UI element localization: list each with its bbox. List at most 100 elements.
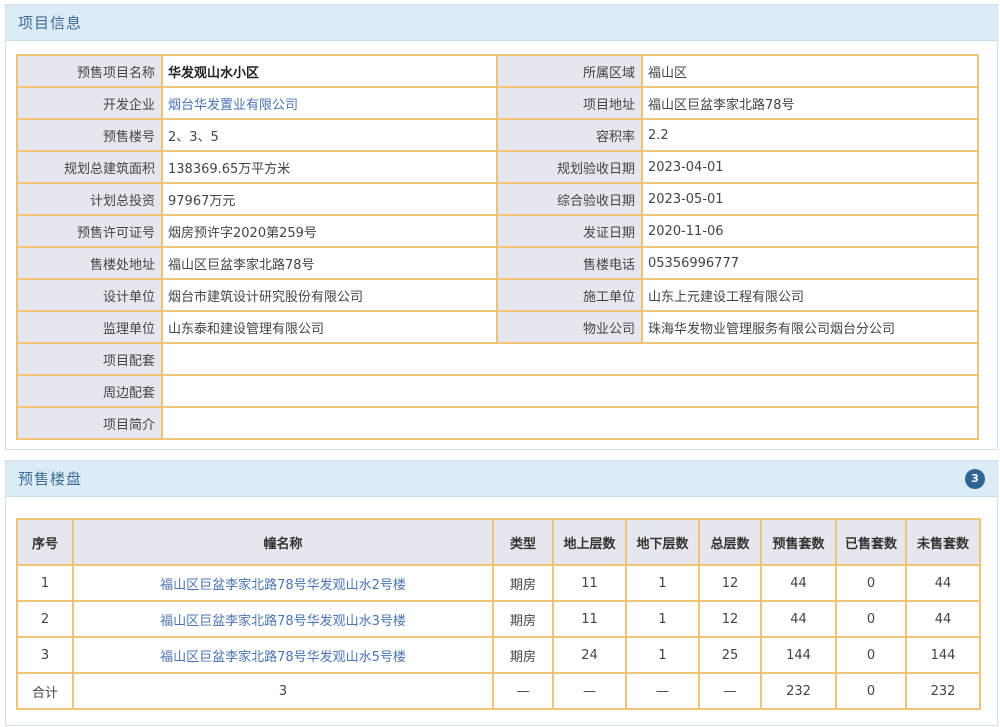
cell-type: 期房	[492, 600, 554, 638]
col-header-unsold-units: 未售套数	[905, 518, 981, 566]
project-info-table: 预售项目名称 华发观山水小区 所属区域 福山区 开发企业 烟台华发置业有限公司 …	[16, 54, 979, 440]
info-value: 05356996777	[641, 246, 979, 280]
total-below-floors: —	[625, 672, 700, 710]
cell-presale-units: 144	[760, 636, 837, 674]
info-row: 预售楼号 2、3、5 容积率 2.2	[16, 118, 979, 152]
cell-sold-units: 0	[835, 636, 907, 674]
cell-total-floors: 12	[698, 600, 762, 638]
building-link[interactable]: 福山区巨盆李家北路78号华发观山水3号楼	[72, 600, 494, 638]
info-row: 售楼处地址 福山区巨盆李家北路78号 售楼电话 05356996777	[16, 246, 979, 280]
info-value: 珠海华发物业管理服务有限公司烟台分公司	[641, 310, 979, 344]
project-info-title: 项目信息	[18, 14, 83, 32]
building-link[interactable]: 福山区巨盆李家北路78号华发观山水5号楼	[72, 636, 494, 674]
info-value: 2、3、5	[161, 118, 498, 152]
cell-below-floors: 1	[625, 600, 700, 638]
info-label: 施工单位	[496, 278, 643, 312]
info-label: 项目简介	[16, 406, 163, 440]
info-value: 2.2	[641, 118, 979, 152]
presale-table: 序号 幢名称 类型 地上层数 地下层数 总层数 预售套数 已售套数 未售套数 1…	[16, 518, 981, 710]
total-row: 合计 3 — — — — 232 0 232	[16, 672, 981, 710]
total-type: —	[492, 672, 554, 710]
presale-header-row: 序号 幢名称 类型 地上层数 地下层数 总层数 预售套数 已售套数 未售套数	[16, 518, 981, 566]
info-value: 2020-11-06	[641, 214, 979, 248]
col-header-sold-units: 已售套数	[835, 518, 907, 566]
cell-unsold-units: 144	[905, 636, 981, 674]
project-facilities-value	[161, 342, 979, 376]
cell-sold-units: 0	[835, 600, 907, 638]
project-info-header: 项目信息	[6, 5, 997, 41]
table-row: 2 福山区巨盆李家北路78号华发观山水3号楼 期房 11 1 12 44 0 4…	[16, 600, 981, 638]
cell-presale-units: 44	[760, 600, 837, 638]
info-row-wide: 项目配套	[16, 342, 979, 376]
total-unsold-units: 232	[905, 672, 981, 710]
building-link[interactable]: 福山区巨盆李家北路78号华发观山水2号楼	[72, 564, 494, 602]
info-label: 项目配套	[16, 342, 163, 376]
cell-unsold-units: 44	[905, 600, 981, 638]
info-row: 规划总建筑面积 138369.65万平方米 规划验收日期 2023-04-01	[16, 150, 979, 184]
info-row-wide: 周边配套	[16, 374, 979, 408]
info-label: 所属区域	[496, 54, 643, 88]
info-row: 计划总投资 97967万元 综合验收日期 2023-05-01	[16, 182, 979, 216]
cell-below-floors: 1	[625, 564, 700, 602]
info-value: 福山区	[641, 54, 979, 88]
info-label: 预售许可证号	[16, 214, 163, 248]
total-above-floors: —	[552, 672, 627, 710]
building-count-badge: 3	[965, 468, 985, 489]
info-row: 监理单位 山东泰和建设管理有限公司 物业公司 珠海华发物业管理服务有限公司烟台分…	[16, 310, 979, 344]
cell-total-floors: 12	[698, 564, 762, 602]
info-row: 开发企业 烟台华发置业有限公司 项目地址 福山区巨盆李家北路78号	[16, 86, 979, 120]
col-header-presale-units: 预售套数	[760, 518, 837, 566]
cell-total-floors: 25	[698, 636, 762, 674]
cell-sold-units: 0	[835, 564, 907, 602]
cell-index: 1	[16, 564, 74, 602]
info-value: 福山区巨盆李家北路78号	[161, 246, 498, 280]
cell-type: 期房	[492, 564, 554, 602]
total-sold-units: 0	[835, 672, 907, 710]
col-header-building-name: 幢名称	[72, 518, 494, 566]
info-value: 山东泰和建设管理有限公司	[161, 310, 498, 344]
info-label: 开发企业	[16, 86, 163, 120]
info-value: 山东上元建设工程有限公司	[641, 278, 979, 312]
info-row-wide: 项目简介	[16, 406, 979, 440]
info-value: 烟房预许字2020第259号	[161, 214, 498, 248]
info-label: 周边配套	[16, 374, 163, 408]
surrounding-facilities-value	[161, 374, 979, 408]
info-label: 项目地址	[496, 86, 643, 120]
total-building-count: 3	[72, 672, 494, 710]
info-label: 监理单位	[16, 310, 163, 344]
info-row: 设计单位 烟台市建筑设计研究股份有限公司 施工单位 山东上元建设工程有限公司	[16, 278, 979, 312]
cell-above-floors: 11	[552, 600, 627, 638]
info-value: 福山区巨盆李家北路78号	[641, 86, 979, 120]
info-label: 计划总投资	[16, 182, 163, 216]
cell-above-floors: 11	[552, 564, 627, 602]
info-label: 售楼处地址	[16, 246, 163, 280]
col-header-type: 类型	[492, 518, 554, 566]
cell-index: 2	[16, 600, 74, 638]
cell-type: 期房	[492, 636, 554, 674]
info-label: 预售楼号	[16, 118, 163, 152]
info-value: 烟台市建筑设计研究股份有限公司	[161, 278, 498, 312]
col-header-below-floors: 地下层数	[625, 518, 700, 566]
presale-title: 预售楼盘	[18, 470, 83, 488]
cell-unsold-units: 44	[905, 564, 981, 602]
info-label: 规划总建筑面积	[16, 150, 163, 184]
info-value: 2023-04-01	[641, 150, 979, 184]
col-header-index: 序号	[16, 518, 74, 566]
col-header-total-floors: 总层数	[698, 518, 762, 566]
info-label: 综合验收日期	[496, 182, 643, 216]
cell-below-floors: 1	[625, 636, 700, 674]
info-value: 138369.65万平方米	[161, 150, 498, 184]
info-label: 发证日期	[496, 214, 643, 248]
total-label: 合计	[16, 672, 74, 710]
total-total-floors: —	[698, 672, 762, 710]
info-label: 物业公司	[496, 310, 643, 344]
cell-above-floors: 24	[552, 636, 627, 674]
developer-link[interactable]: 烟台华发置业有限公司	[161, 86, 498, 120]
info-label: 售楼电话	[496, 246, 643, 280]
info-label: 容积率	[496, 118, 643, 152]
col-header-above-floors: 地上层数	[552, 518, 627, 566]
total-presale-units: 232	[760, 672, 837, 710]
cell-presale-units: 44	[760, 564, 837, 602]
table-row: 3 福山区巨盆李家北路78号华发观山水5号楼 期房 24 1 25 144 0 …	[16, 636, 981, 674]
info-label: 预售项目名称	[16, 54, 163, 88]
